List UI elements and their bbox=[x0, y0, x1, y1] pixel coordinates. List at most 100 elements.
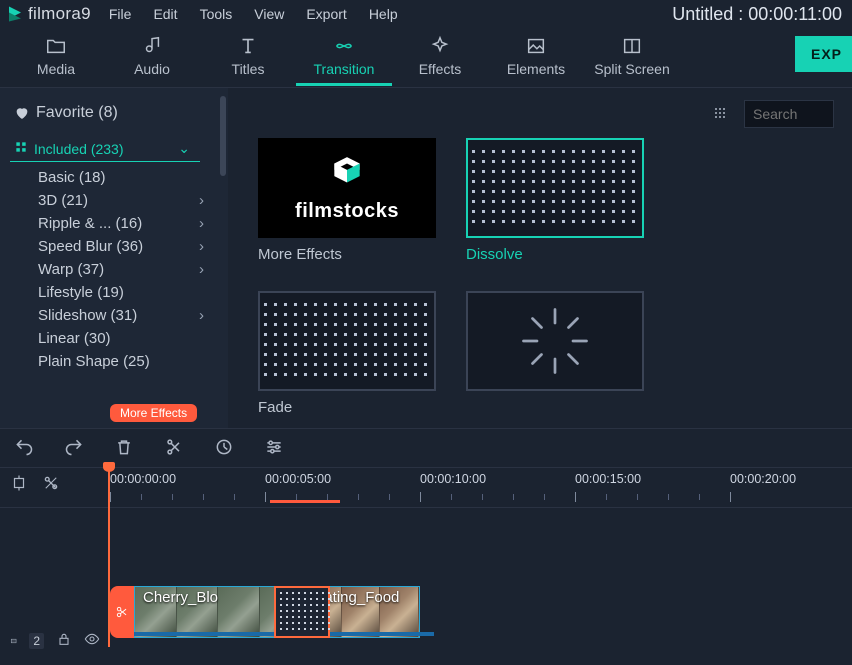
search-input[interactable] bbox=[744, 100, 834, 128]
menu-bar: filmora9 File Edit Tools View Export Hel… bbox=[0, 0, 852, 28]
sidebar-item-label: Speed Blur (36) bbox=[38, 238, 143, 255]
filmora-logo-icon bbox=[6, 5, 24, 23]
sidebar-item-1[interactable]: 3D (21) › bbox=[10, 189, 228, 212]
sidebar-item-6[interactable]: Slideshow (31) › bbox=[10, 304, 228, 327]
thumb-filmstocks-label: More Effects bbox=[258, 246, 436, 263]
menu-help[interactable]: Help bbox=[369, 6, 398, 22]
menu-export[interactable]: Export bbox=[306, 6, 346, 22]
tab-media[interactable]: Media bbox=[8, 29, 104, 86]
timeline-track-area[interactable]: Cherry_Blo Plating_Food bbox=[110, 508, 852, 658]
tab-titles[interactable]: Titles bbox=[200, 29, 296, 86]
sidebar-item-label: Ripple & ... (16) bbox=[38, 215, 142, 232]
track-header: 2 bbox=[0, 508, 110, 658]
tab-elements[interactable]: Elements bbox=[488, 29, 584, 86]
sidebar-item-label: 3D (21) bbox=[38, 192, 88, 209]
ruler-tick: 00:00:20:00 bbox=[730, 472, 796, 486]
chevron-right-icon: › bbox=[199, 192, 204, 209]
thumb-dissolve-label: Dissolve bbox=[466, 246, 644, 263]
timeline-toolbar bbox=[0, 428, 852, 468]
thumb-burst[interactable] bbox=[466, 291, 644, 416]
sparkle-icon bbox=[429, 35, 451, 57]
tab-elements-label: Elements bbox=[507, 61, 565, 77]
grid-view-icon[interactable] bbox=[712, 105, 728, 124]
undo-button[interactable] bbox=[14, 437, 34, 460]
ruler-tick: 00:00:15:00 bbox=[575, 472, 641, 486]
chevron-right-icon: › bbox=[199, 238, 204, 255]
ruler-tick: 00:00:10:00 bbox=[420, 472, 486, 486]
category-sidebar: Favorite (8) Included (233) ⌄ Basic (18)… bbox=[0, 88, 228, 428]
sidebar-item-label: Warp (37) bbox=[38, 261, 104, 278]
sidebar-item-label: Linear (30) bbox=[38, 330, 111, 347]
thumb-dissolve[interactable]: Dissolve bbox=[466, 138, 644, 263]
tab-effects-label: Effects bbox=[419, 61, 462, 77]
lock-track-button[interactable] bbox=[56, 631, 72, 650]
sidebar-item-4[interactable]: Warp (37) › bbox=[10, 258, 228, 281]
redo-button[interactable] bbox=[64, 437, 84, 460]
ruler-tick: 00:00:05:00 bbox=[265, 472, 331, 486]
menu-view[interactable]: View bbox=[254, 6, 284, 22]
track-index: 2 bbox=[29, 633, 44, 649]
chevron-right-icon: › bbox=[199, 307, 204, 324]
split-button[interactable] bbox=[164, 437, 184, 460]
library-tabs: Media Audio Titles Transition Effects El… bbox=[0, 28, 852, 88]
add-marker-button[interactable] bbox=[10, 474, 28, 495]
thumb-filmstocks[interactable]: filmstocks More Effects bbox=[258, 138, 436, 263]
unlink-button[interactable] bbox=[42, 474, 60, 495]
chevron-right-icon: › bbox=[199, 261, 204, 278]
filmstrip-icon bbox=[10, 633, 17, 649]
timeline-ruler[interactable]: 00:00:00:0000:00:05:0000:00:10:0000:00:1… bbox=[110, 468, 852, 507]
tab-transition[interactable]: Transition bbox=[296, 29, 392, 86]
music-note-icon bbox=[141, 35, 163, 57]
menu-edit[interactable]: Edit bbox=[153, 6, 177, 22]
transition-gallery: filmstocks More Effects Dissolve Fade bbox=[228, 88, 852, 428]
toggle-visibility-button[interactable] bbox=[84, 631, 100, 650]
sidebar-scrollbar[interactable] bbox=[220, 96, 226, 176]
sidebar-item-label: Slideshow (31) bbox=[38, 307, 137, 324]
thumb-fade[interactable]: Fade bbox=[258, 291, 436, 416]
heart-icon bbox=[14, 105, 30, 121]
category-included-label: Included (233) bbox=[34, 141, 124, 157]
delete-button[interactable] bbox=[114, 437, 134, 460]
burst-icon bbox=[510, 296, 600, 386]
favorites-label: Favorite (8) bbox=[36, 104, 118, 122]
track-tools bbox=[0, 468, 110, 507]
tab-audio[interactable]: Audio bbox=[104, 29, 200, 86]
tab-audio-label: Audio bbox=[134, 61, 170, 77]
folder-icon bbox=[45, 35, 67, 57]
razor-handle[interactable] bbox=[110, 586, 134, 638]
chevron-right-icon: › bbox=[199, 215, 204, 232]
text-icon bbox=[237, 35, 259, 57]
tab-splitscreen-label: Split Screen bbox=[594, 61, 669, 77]
speed-button[interactable] bbox=[214, 437, 234, 460]
filmstocks-text: filmstocks bbox=[295, 200, 399, 223]
more-effects-badge[interactable]: More Effects bbox=[110, 404, 197, 422]
sidebar-item-8[interactable]: Plain Shape (25) bbox=[10, 350, 228, 373]
favorites-row[interactable]: Favorite (8) bbox=[10, 98, 228, 136]
sidebar-item-label: Lifestyle (19) bbox=[38, 284, 124, 301]
image-icon bbox=[525, 35, 547, 57]
playhead[interactable] bbox=[108, 464, 110, 647]
menu-file[interactable]: File bbox=[109, 6, 132, 22]
sidebar-item-0[interactable]: Basic (18) bbox=[10, 166, 228, 189]
sidebar-item-2[interactable]: Ripple & ... (16) › bbox=[10, 212, 228, 235]
export-button[interactable]: EXP bbox=[795, 36, 852, 72]
tab-splitscreen[interactable]: Split Screen bbox=[584, 29, 680, 86]
thumb-fade-label: Fade bbox=[258, 399, 436, 416]
transition-on-clip[interactable] bbox=[274, 586, 330, 638]
sidebar-item-3[interactable]: Speed Blur (36) › bbox=[10, 235, 228, 258]
sidebar-item-5[interactable]: Lifestyle (19) bbox=[10, 281, 228, 304]
category-included[interactable]: Included (233) ⌄ bbox=[10, 136, 200, 162]
app-version: 9 bbox=[81, 4, 91, 23]
app-logo: filmora9 bbox=[6, 4, 91, 24]
menu-tools[interactable]: Tools bbox=[200, 6, 233, 22]
tab-titles-label: Titles bbox=[232, 61, 265, 77]
sidebar-item-label: Basic (18) bbox=[38, 169, 106, 186]
work-region[interactable] bbox=[270, 500, 340, 503]
clip-cherry-label: Cherry_Blo bbox=[135, 587, 226, 608]
settings-button[interactable] bbox=[264, 437, 284, 460]
tab-media-label: Media bbox=[37, 61, 75, 77]
transition-icon bbox=[333, 35, 355, 57]
chevron-down-icon: ⌄ bbox=[178, 140, 190, 157]
sidebar-item-7[interactable]: Linear (30) bbox=[10, 327, 228, 350]
tab-effects[interactable]: Effects bbox=[392, 29, 488, 86]
